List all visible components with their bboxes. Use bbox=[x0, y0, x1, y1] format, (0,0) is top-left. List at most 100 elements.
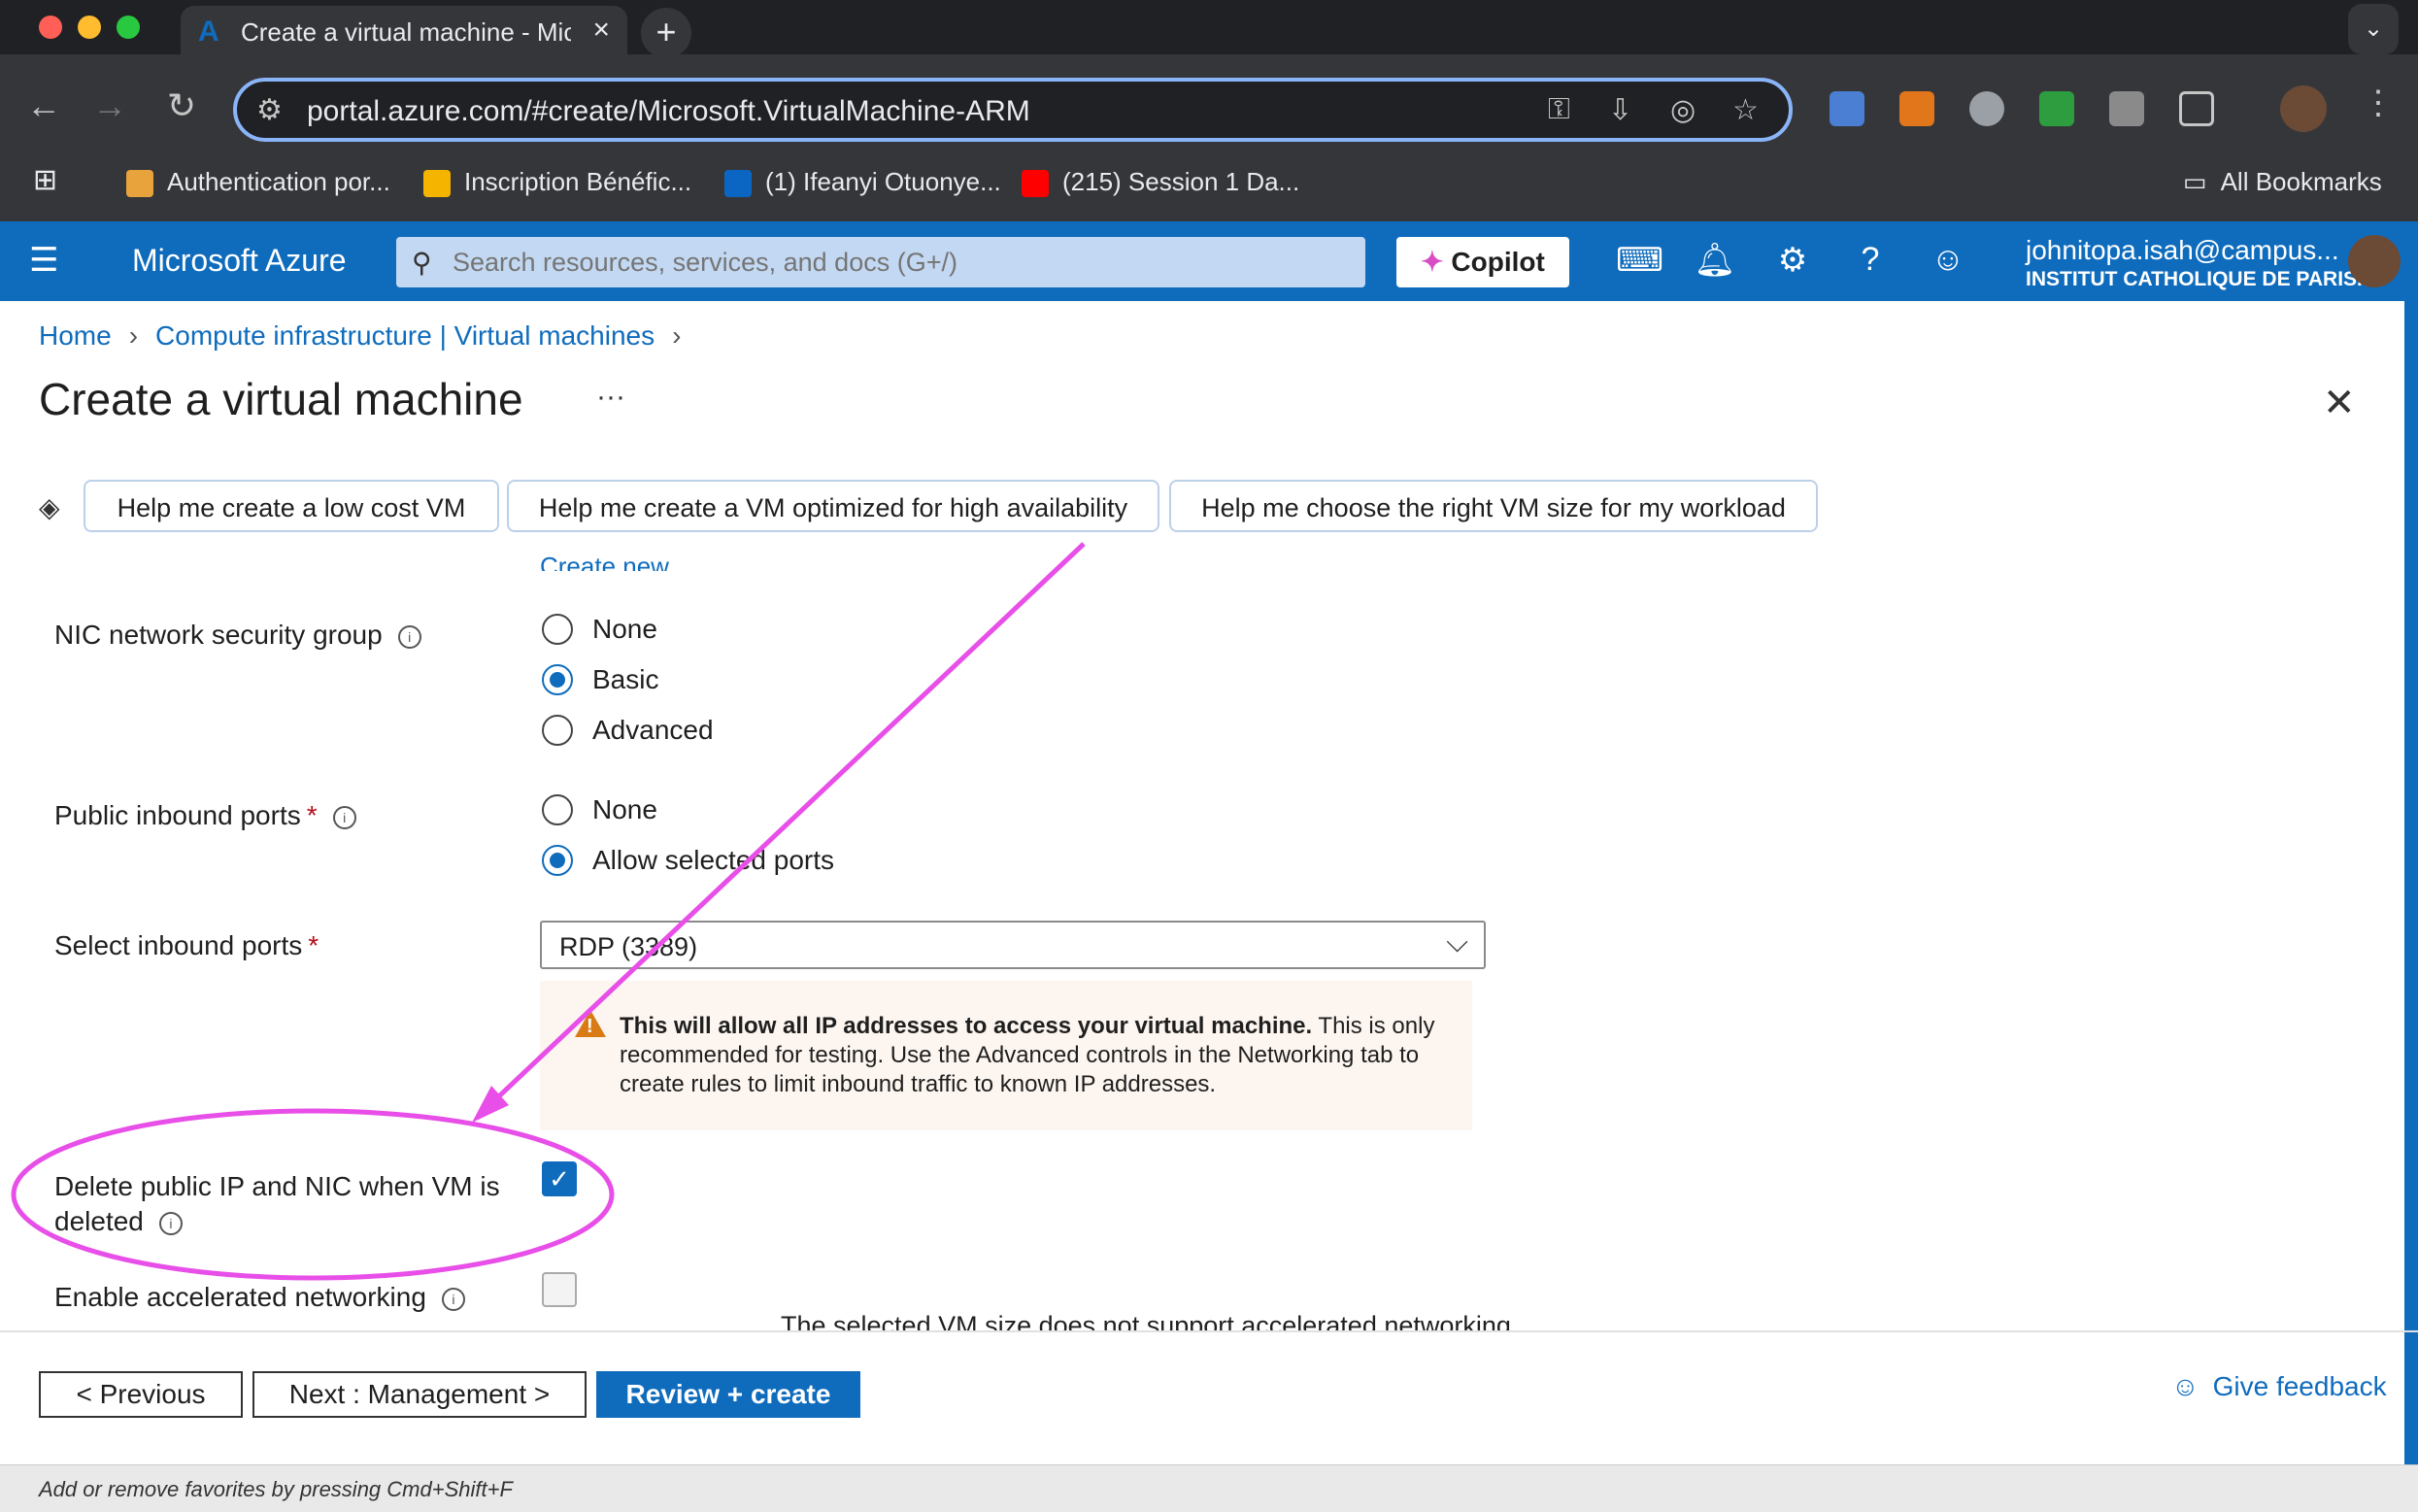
install-app-icon[interactable]: ⇩ bbox=[1608, 93, 1632, 127]
help-icon[interactable]: ? bbox=[1849, 241, 1892, 279]
nic-nsg-label-text: NIC network security group bbox=[54, 620, 383, 650]
bookmark-label: (1) Ifeanyi Otuonye... bbox=[765, 167, 1001, 196]
all-bookmarks[interactable]: ▭ All Bookmarks bbox=[2183, 167, 2382, 197]
bookmark-label: Inscription Bénéfic... bbox=[464, 167, 692, 196]
azure-search-box[interactable]: ⚲ bbox=[396, 237, 1365, 287]
copilot-icon: ✦ bbox=[1421, 247, 1444, 277]
close-window-button[interactable] bbox=[39, 16, 62, 39]
address-bar[interactable]: ⚙ portal.azure.com/#create/Microsoft.Vir… bbox=[233, 78, 1793, 142]
feedback-icon[interactable]: ☺ bbox=[1927, 241, 1969, 279]
chevron-down-icon: ⌵ bbox=[1446, 926, 1468, 958]
extension-docs-icon[interactable] bbox=[1830, 91, 1864, 126]
reload-icon[interactable]: ↻ bbox=[157, 85, 206, 126]
close-icon[interactable]: ✕ bbox=[2323, 381, 2356, 425]
site-settings-icon[interactable]: ⚙ bbox=[256, 93, 283, 127]
previous-button[interactable]: < Previous bbox=[39, 1371, 243, 1418]
delete-ip-label-line1: Delete public IP and NIC when VM is bbox=[54, 1171, 500, 1201]
extensions-puzzle-icon[interactable] bbox=[2179, 91, 2214, 126]
status-bar: Add or remove favorites by pressing Cmd+… bbox=[0, 1464, 2418, 1512]
all-bookmarks-label: All Bookmarks bbox=[2220, 167, 2382, 196]
warning-text: This will allow all IP addresses to acce… bbox=[620, 1012, 1455, 1099]
star-icon[interactable]: ☆ bbox=[1732, 93, 1759, 127]
bookmarks-bar: ⊞ Authentication por... Inscription Béné… bbox=[0, 153, 2418, 221]
maximize-window-button[interactable] bbox=[117, 16, 140, 39]
azure-brand[interactable]: Microsoft Azure bbox=[132, 243, 347, 279]
inbound-ports-label-text: Select inbound ports bbox=[54, 930, 303, 960]
delete-ip-label-line2: deleted bbox=[54, 1206, 144, 1236]
linkedin-icon bbox=[724, 170, 752, 198]
azure-logo-icon: A bbox=[198, 16, 219, 48]
public-ports-label: Public inbound ports * i bbox=[54, 800, 356, 831]
nic-nsg-label: NIC network security group i bbox=[54, 620, 421, 651]
avatar[interactable] bbox=[2348, 235, 2401, 287]
new-tab-button[interactable]: + bbox=[641, 8, 691, 58]
give-feedback-link[interactable]: ☺ Give feedback bbox=[2171, 1371, 2387, 1402]
back-arrow-icon[interactable]: ← bbox=[19, 85, 68, 126]
bookmark-item[interactable]: (1) Ifeanyi Otuonye... bbox=[724, 167, 1001, 198]
suggestion-high-availability[interactable]: Help me create a VM optimized for high a… bbox=[507, 480, 1159, 532]
extension-metamask-icon[interactable] bbox=[1899, 91, 1934, 126]
bookmark-label: (215) Session 1 Da... bbox=[1062, 167, 1300, 196]
tab-close-icon[interactable]: × bbox=[592, 14, 610, 47]
search-icon: ⚲ bbox=[412, 248, 432, 278]
accel-checkbox[interactable] bbox=[542, 1272, 577, 1307]
info-icon[interactable]: i bbox=[158, 1211, 183, 1235]
profile-avatar[interactable] bbox=[2280, 85, 2327, 132]
radio-button[interactable] bbox=[542, 845, 573, 876]
url-text[interactable]: portal.azure.com/#create/Microsoft.Virtu… bbox=[307, 95, 1030, 128]
minimize-window-button[interactable] bbox=[78, 16, 101, 39]
info-icon[interactable]: i bbox=[397, 624, 421, 649]
inbound-ports-dropdown[interactable]: RDP (3389) ⌵ bbox=[540, 921, 1486, 969]
breadcrumb-home[interactable]: Home bbox=[39, 320, 112, 351]
apps-grid-icon[interactable]: ⊞ bbox=[33, 163, 57, 197]
radio-label: None bbox=[592, 794, 657, 824]
copilot-icon: ◈ bbox=[39, 492, 60, 522]
azure-search-input[interactable] bbox=[451, 247, 1328, 279]
public-ports-label-text: Public inbound ports bbox=[54, 800, 301, 830]
settings-gear-icon[interactable]: ⚙ bbox=[1771, 241, 1814, 280]
forward-arrow-icon[interactable]: → bbox=[85, 85, 134, 126]
bookmark-favicon-icon bbox=[423, 170, 451, 198]
radio-button[interactable] bbox=[542, 715, 573, 746]
create-new-link[interactable]: Create new bbox=[540, 552, 669, 571]
bookmark-item[interactable]: (215) Session 1 Da... bbox=[1022, 167, 1300, 198]
inbound-ports-label: Select inbound ports * bbox=[54, 930, 319, 961]
review-create-button[interactable]: Review + create bbox=[596, 1371, 860, 1418]
copilot-button[interactable]: ✦ Copilot bbox=[1396, 237, 1569, 287]
info-icon[interactable]: i bbox=[332, 805, 356, 829]
required-marker: * bbox=[308, 930, 319, 960]
bookmark-item[interactable]: Authentication por... bbox=[126, 167, 390, 198]
cloud-shell-icon[interactable]: ⌨ bbox=[1616, 241, 1663, 280]
delete-ip-checkbox[interactable]: ✓ bbox=[542, 1161, 577, 1196]
key-icon[interactable]: ⚿ bbox=[1548, 93, 1570, 126]
suggestion-vm-size[interactable]: Help me choose the right VM size for my … bbox=[1169, 480, 1818, 532]
extension-m-icon[interactable] bbox=[2109, 91, 2144, 126]
eye-off-icon[interactable]: ◎ bbox=[1670, 93, 1696, 127]
warning-message: ! This will allow all IP addresses to ac… bbox=[540, 981, 1472, 1130]
youtube-icon bbox=[1022, 170, 1049, 198]
browser-menu-icon[interactable]: ⋮ bbox=[2362, 84, 2395, 122]
radio-button[interactable] bbox=[542, 614, 573, 645]
accel-label: Enable accelerated networking i bbox=[54, 1282, 465, 1313]
accel-note: The selected VM size does not support ac… bbox=[781, 1311, 1519, 1332]
browser-tab[interactable]: A Create a virtual machine - Microsoft A… bbox=[181, 6, 627, 54]
next-management-button[interactable]: Next : Management > bbox=[252, 1371, 587, 1418]
hamburger-menu-icon[interactable]: ☰ bbox=[29, 241, 58, 280]
more-options-icon[interactable]: ··· bbox=[596, 381, 625, 414]
bookmark-favicon-icon bbox=[126, 170, 153, 198]
radio-button[interactable] bbox=[542, 664, 573, 695]
extension-download-icon[interactable] bbox=[2039, 91, 2074, 126]
breadcrumb: Home › Compute infrastructure | Virtual ma… bbox=[39, 320, 698, 352]
account-info[interactable]: johnitopa.isah@campus... INSTITUT CATHOL… bbox=[2026, 235, 2374, 291]
tab-search-button[interactable]: ⌄ bbox=[2348, 4, 2399, 54]
radio-button[interactable] bbox=[542, 794, 573, 825]
info-icon[interactable]: i bbox=[441, 1287, 465, 1311]
radio-label: Advanced bbox=[592, 715, 714, 745]
breadcrumb-compute[interactable]: Compute infrastructure | Virtual machine… bbox=[155, 320, 655, 351]
suggestion-low-cost-vm[interactable]: Help me create a low cost VM bbox=[84, 480, 499, 532]
bookmark-item[interactable]: Inscription Bénéfic... bbox=[423, 167, 692, 198]
notifications-bell-icon[interactable]: 🔔︎ bbox=[1694, 241, 1736, 280]
page-title: Create a virtual machine bbox=[39, 374, 523, 424]
extension-gear-icon[interactable] bbox=[1969, 91, 2004, 126]
tab-title: Create a virtual machine - Microsoft Azu… bbox=[241, 17, 571, 47]
